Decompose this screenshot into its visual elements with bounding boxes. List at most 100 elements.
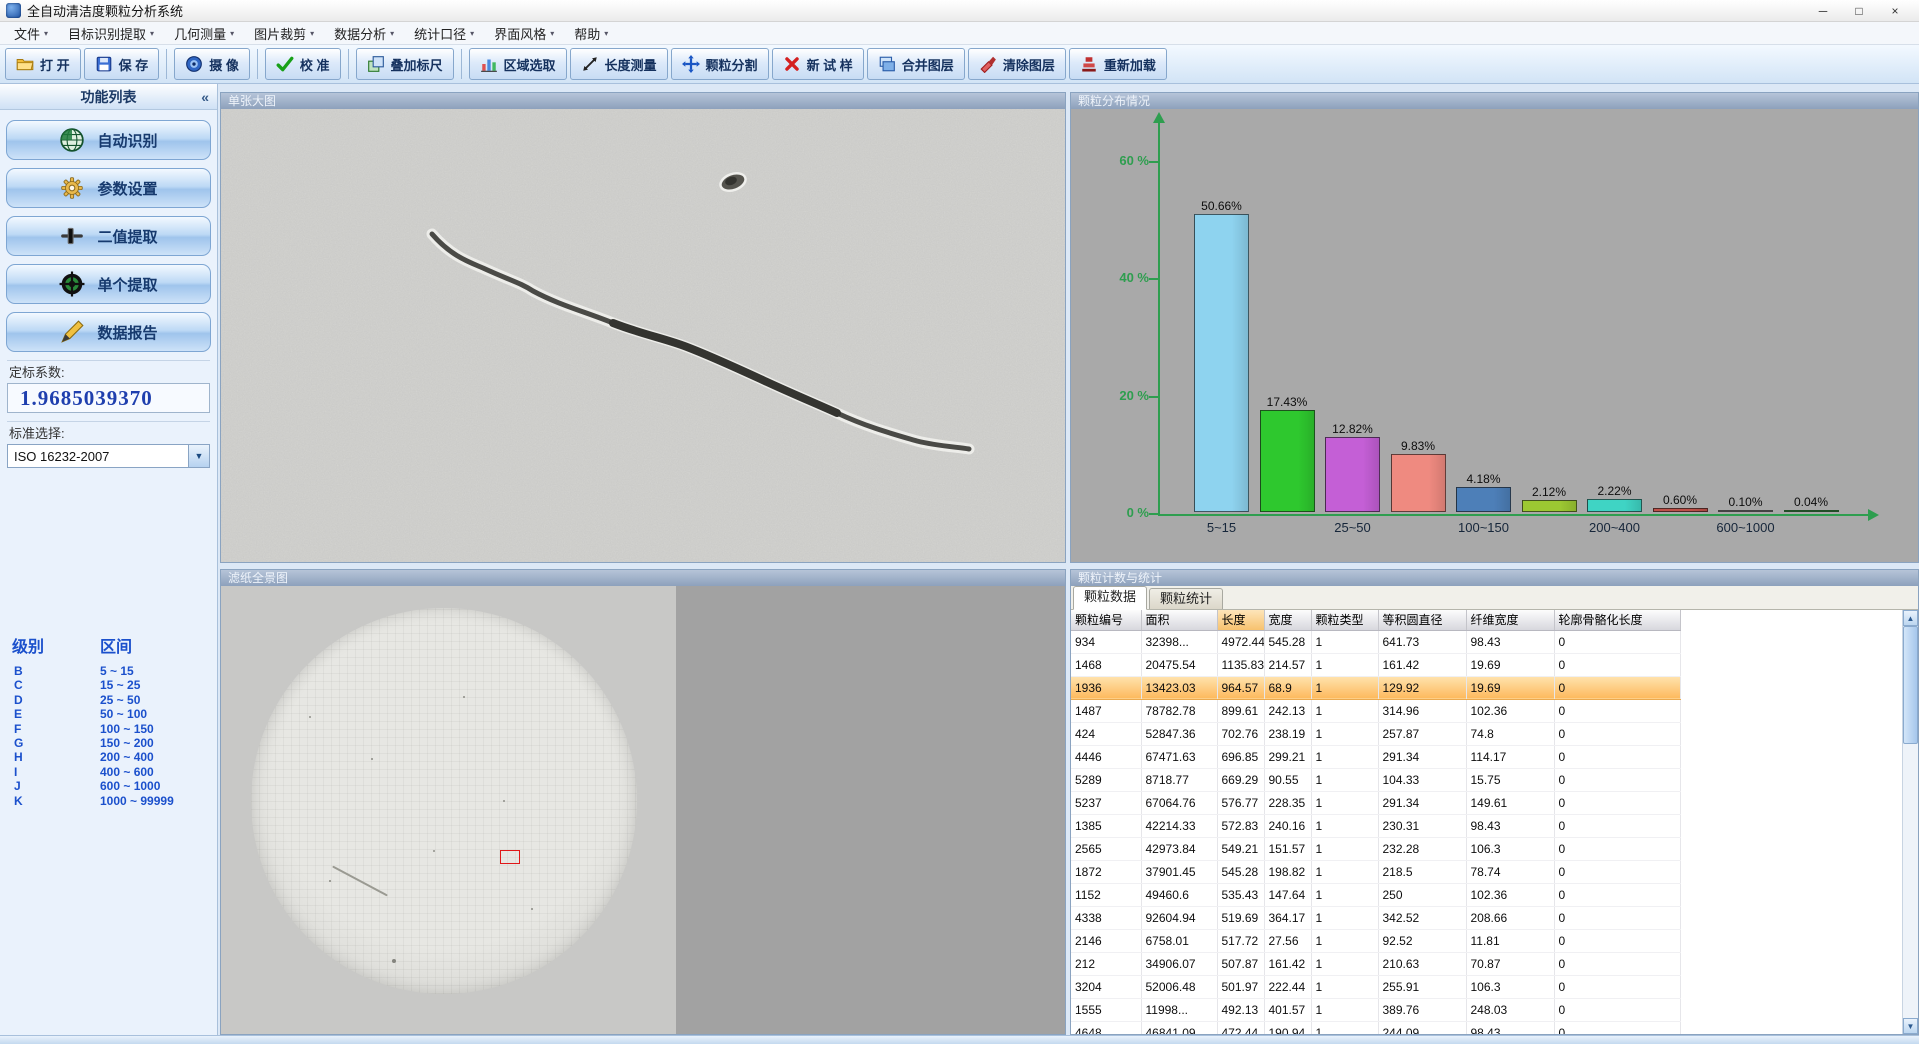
column-header[interactable]: 等积圆直径 (1378, 610, 1466, 630)
table-vertical-scrollbar[interactable]: ▲ ▼ (1902, 610, 1918, 1034)
standard-label: 标准选择: (7, 421, 210, 444)
minimize-button[interactable]: ─ (1805, 0, 1841, 22)
table-cell: 576.77 (1217, 791, 1264, 814)
table-row[interactable]: 42452847.36702.76238.191257.8774.80 (1071, 722, 1680, 745)
table-cell: 210.63 (1378, 952, 1466, 975)
scroll-down-icon[interactable]: ▼ (1903, 1018, 1918, 1034)
column-header[interactable]: 面积 (1141, 610, 1217, 630)
table-row[interactable]: 21234906.07507.87161.421210.6370.870 (1071, 952, 1680, 975)
table-cell: 1872 (1071, 860, 1141, 883)
table-cell: 52006.48 (1141, 975, 1217, 998)
single-image-view[interactable] (221, 109, 1065, 562)
toolbar-button[interactable]: 区域选取 (469, 48, 567, 80)
toolbar-button[interactable]: 颗粒分割 (671, 48, 769, 80)
table-row[interactable]: 187237901.45545.28198.821218.578.740 (1071, 860, 1680, 883)
table-row[interactable]: 320452006.48501.97222.441255.91106.30 (1071, 975, 1680, 998)
table-row[interactable]: 193613423.03964.5768.91129.9219.690 (1071, 676, 1680, 699)
menu-item[interactable]: 界面风格 ▾ (484, 22, 564, 44)
table-cell: 218.5 (1378, 860, 1466, 883)
sidebar-button[interactable]: 二值提取 (6, 216, 211, 256)
x-axis (1158, 514, 1869, 516)
sidebar-button[interactable]: 数据报告 (6, 312, 211, 352)
toolbar-button[interactable]: 长度测量 (570, 48, 668, 80)
table-cell: 299.21 (1264, 745, 1311, 768)
merge-layers-icon (878, 55, 896, 73)
table-row[interactable]: 93432398...4972.44545.281641.7398.430 (1071, 630, 1680, 653)
toolbar-button[interactable]: 保 存 (84, 48, 160, 80)
table-row[interactable]: 444667471.63696.85299.211291.34114.170 (1071, 745, 1680, 768)
toolbar-button[interactable]: 重新加载 (1069, 48, 1167, 80)
toolbar-button[interactable]: 清除图层 (968, 48, 1066, 80)
column-header[interactable]: 轮廓骨骼化长度 (1554, 610, 1680, 630)
table-row[interactable]: 433892604.94519.69364.171342.52208.660 (1071, 906, 1680, 929)
table-cell: 1 (1311, 722, 1378, 745)
table-row[interactable]: 115249460.6535.43147.641250102.360 (1071, 883, 1680, 906)
table-row[interactable]: 52898718.77669.2990.551104.3315.750 (1071, 768, 1680, 791)
particle-specks (371, 758, 373, 760)
toolbar-button[interactable]: 摄 像 (174, 48, 250, 80)
sidebar-button[interactable]: 单个提取 (6, 264, 211, 304)
level-rows: B 5 ~ 15 C 15 ~ 25 D 25 ~ 50 E 50 ~ 100 … (12, 664, 217, 808)
sidebar-buttons: 自动识别 参数设置 二值提取 单个提取 数据报告 (0, 110, 217, 352)
level-letter: D (12, 693, 100, 707)
menu-item[interactable]: 图片裁剪 ▾ (244, 22, 324, 44)
table-row[interactable]: 523767064.76576.77228.351291.34149.610 (1071, 791, 1680, 814)
table-cell: 899.61 (1217, 699, 1264, 722)
sidebar: 功能列表 « 自动识别 参数设置 二值提取 单个提取 数据报告 定标系数: 1.… (0, 84, 218, 1035)
table-row[interactable]: 146820475.541135.83214.571161.4219.690 (1071, 653, 1680, 676)
close-button[interactable]: × (1877, 0, 1913, 22)
menu-item[interactable]: 统计口径 ▾ (404, 22, 484, 44)
table-row[interactable]: 148778782.78899.61242.131314.96102.360 (1071, 699, 1680, 722)
table-row[interactable]: 155511998...492.13401.571389.76248.030 (1071, 998, 1680, 1021)
toolbar-button[interactable]: 校 准 (265, 48, 341, 80)
menu-item[interactable]: 帮助 ▾ (564, 22, 618, 44)
toolbar-button[interactable]: 新 试 样 (772, 48, 864, 80)
table-row[interactable]: 256542973.84549.21151.571232.28106.30 (1071, 837, 1680, 860)
chevron-down-icon[interactable]: ▼ (188, 445, 209, 467)
table-cell: 517.72 (1217, 929, 1264, 952)
menu-item[interactable]: 文件 ▾ (4, 22, 58, 44)
sidebar-collapse-button[interactable]: « (201, 84, 209, 109)
sidebar-button[interactable]: 自动识别 (6, 120, 211, 160)
panorama-image-area[interactable] (221, 586, 676, 1034)
table-cell: 1 (1311, 929, 1378, 952)
table-cell: 78.74 (1466, 860, 1554, 883)
menu-item-label: 统计口径 (414, 24, 466, 43)
toolbar-button-label: 合并图层 (902, 55, 954, 74)
table-cell: 34906.07 (1141, 952, 1217, 975)
menu-item[interactable]: 数据分析 ▾ (324, 22, 404, 44)
column-header[interactable]: 纤维宽度 (1466, 610, 1554, 630)
toolbar-button[interactable]: 叠加标尺 (356, 48, 454, 80)
column-header[interactable]: 长度 (1217, 610, 1264, 630)
table-row[interactable]: 464846841.09472.44190.941244.0998.430 (1071, 1021, 1680, 1034)
sidebar-button[interactable]: 参数设置 (6, 168, 211, 208)
menu-item[interactable]: 目标识别提取 ▾ (58, 22, 164, 44)
table-cell: 1487 (1071, 699, 1141, 722)
table-body: 93432398...4972.44545.281641.7398.430146… (1071, 630, 1680, 1034)
column-header[interactable]: 颗粒编号 (1071, 610, 1141, 630)
column-header[interactable]: 颗粒类型 (1311, 610, 1378, 630)
level-letter: F (12, 722, 100, 736)
scrollbar-thumb[interactable] (1903, 626, 1918, 744)
filter-paper-image[interactable] (251, 608, 637, 994)
toolbar-button[interactable]: 合并图层 (867, 48, 965, 80)
table-cell: 255.91 (1378, 975, 1466, 998)
maximize-button[interactable]: □ (1841, 0, 1877, 22)
standard-select[interactable]: ISO 16232-2007 ▼ (7, 444, 210, 468)
table-row[interactable]: 21466758.01517.7227.56192.5211.810 (1071, 929, 1680, 952)
table-cell: 151.57 (1264, 837, 1311, 860)
menu-bar: 文件 ▾ 目标识别提取 ▾ 几何测量 ▾ 图片裁剪 ▾ 数据分析 ▾ 统计口径 … (0, 22, 1919, 45)
calibration-label: 定标系数: (7, 360, 210, 383)
menu-item-label: 几何测量 (174, 24, 226, 43)
selection-rectangle[interactable] (500, 850, 520, 864)
menu-item[interactable]: 几何测量 ▾ (164, 22, 244, 44)
toolbar-button[interactable]: 打 开 (5, 48, 81, 80)
tab-颗粒数据[interactable]: 颗粒数据 (1073, 586, 1147, 610)
table-row[interactable]: 138542214.33572.83240.161230.3198.430 (1071, 814, 1680, 837)
table-cell: 1555 (1071, 998, 1141, 1021)
scroll-up-icon[interactable]: ▲ (1903, 610, 1918, 626)
horizontal-scrollbar[interactable] (0, 1035, 1919, 1044)
panorama-view[interactable] (221, 586, 1065, 1034)
tab-颗粒统计[interactable]: 颗粒统计 (1149, 588, 1223, 609)
column-header[interactable]: 宽度 (1264, 610, 1311, 630)
